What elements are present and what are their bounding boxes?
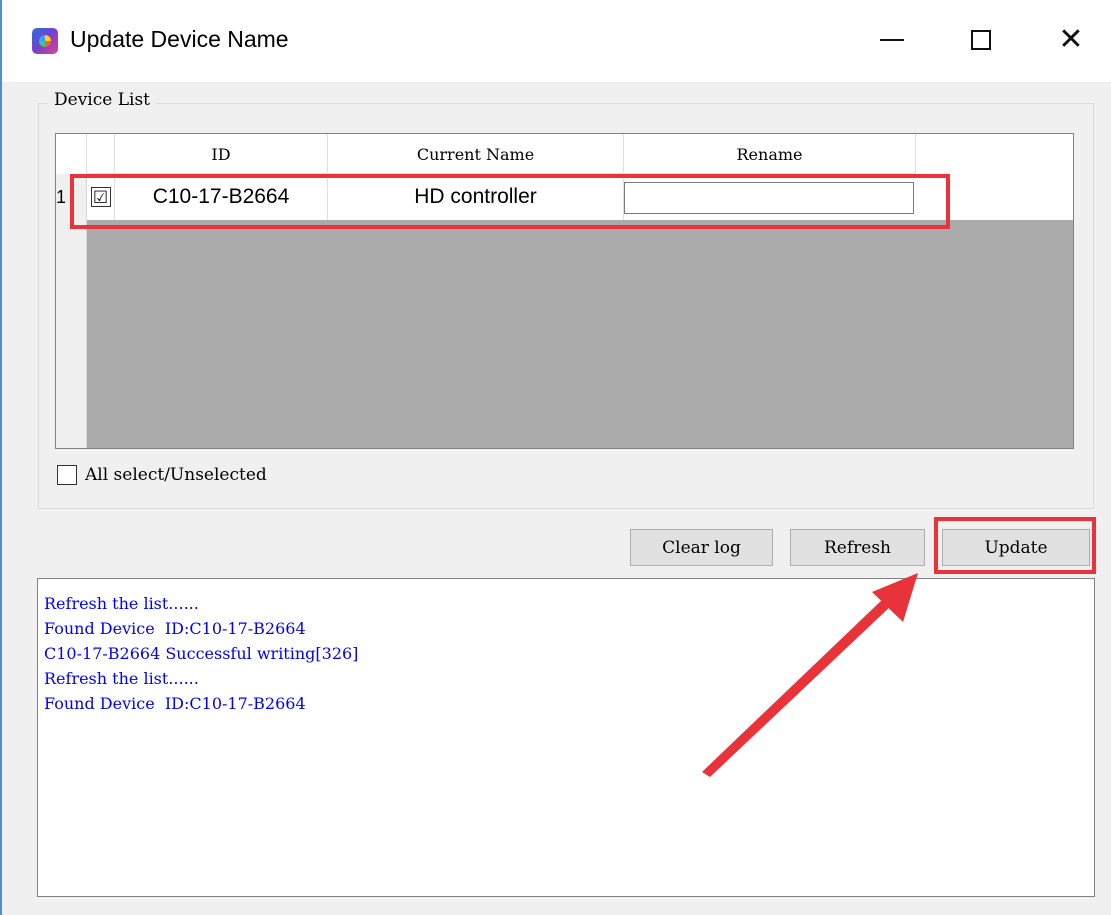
log-line: Found Device ID:C10-17-B2664 <box>44 694 306 713</box>
all-select-box[interactable] <box>57 465 77 485</box>
minimize-button[interactable] <box>868 18 916 62</box>
minimize-icon <box>880 39 904 41</box>
close-button[interactable]: ✕ <box>1047 18 1095 62</box>
device-list-title: Device List <box>48 90 156 110</box>
column-header-id[interactable]: ID <box>115 134 328 174</box>
device-row-highlight <box>70 174 950 229</box>
maximize-button[interactable] <box>957 18 1005 62</box>
close-icon: ✕ <box>1058 23 1084 56</box>
window-title: Update Device Name <box>70 26 289 52</box>
log-line: C10-17-B2664 Successful writing[326] <box>44 644 359 663</box>
title-bar[interactable]: Update Device Name ✕ <box>2 0 1111 82</box>
all-select-checkbox[interactable]: All select/Unselected <box>57 465 267 485</box>
clear-log-button[interactable]: Clear log <box>630 529 773 566</box>
grid-header: ID Current Name Rename <box>56 134 916 174</box>
app-icon <box>32 28 58 54</box>
update-button-highlight <box>934 517 1096 574</box>
refresh-button[interactable]: Refresh <box>790 529 925 566</box>
log-panel[interactable]: Refresh the list...... Found Device ID:C… <box>37 578 1095 897</box>
update-device-name-window: Update Device Name ✕ Device List ID Curr… <box>0 0 1111 915</box>
column-header-current-name[interactable]: Current Name <box>328 134 624 174</box>
log-line: Refresh the list...... <box>44 669 199 688</box>
log-line: Found Device ID:C10-17-B2664 <box>44 619 306 638</box>
header-check-column <box>87 134 115 174</box>
grid-empty-area <box>87 220 1073 448</box>
header-corner <box>56 134 87 174</box>
log-line: Refresh the list...... <box>44 594 199 613</box>
column-header-rename[interactable]: Rename <box>624 134 916 174</box>
all-select-label: All select/Unselected <box>85 465 267 485</box>
maximize-icon <box>971 30 991 50</box>
